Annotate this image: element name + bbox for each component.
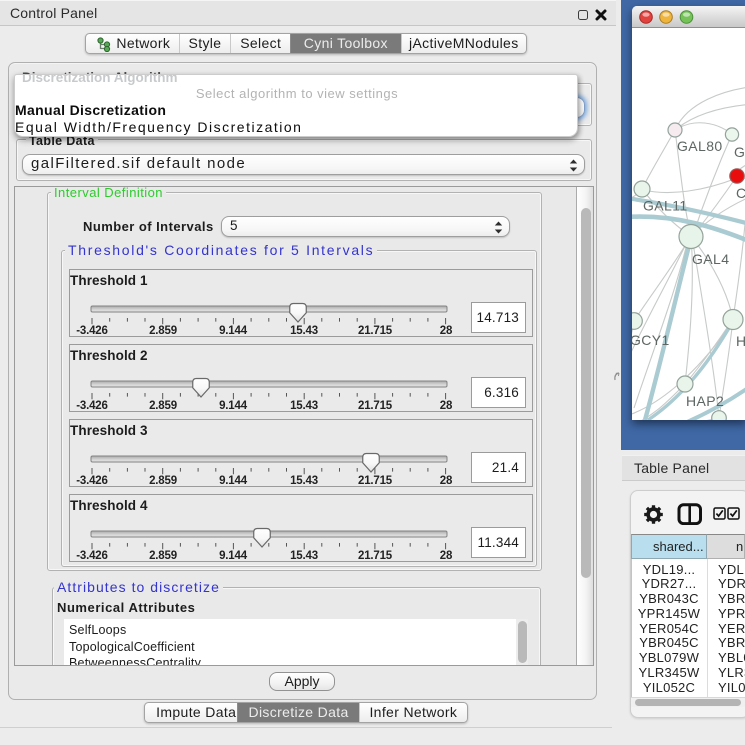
svg-text:GAL2: GAL2 xyxy=(734,144,745,160)
svg-text:GAL80: GAL80 xyxy=(677,138,723,154)
svg-text:GAL11: GAL11 xyxy=(643,198,688,214)
svg-text:HAP: HAP xyxy=(736,333,745,349)
svg-text:GAL4: GAL4 xyxy=(692,251,729,267)
svg-text:COX: COX xyxy=(736,185,745,201)
svg-text:HAP2: HAP2 xyxy=(686,393,724,409)
svg-text:GCY1: GCY1 xyxy=(632,332,670,348)
